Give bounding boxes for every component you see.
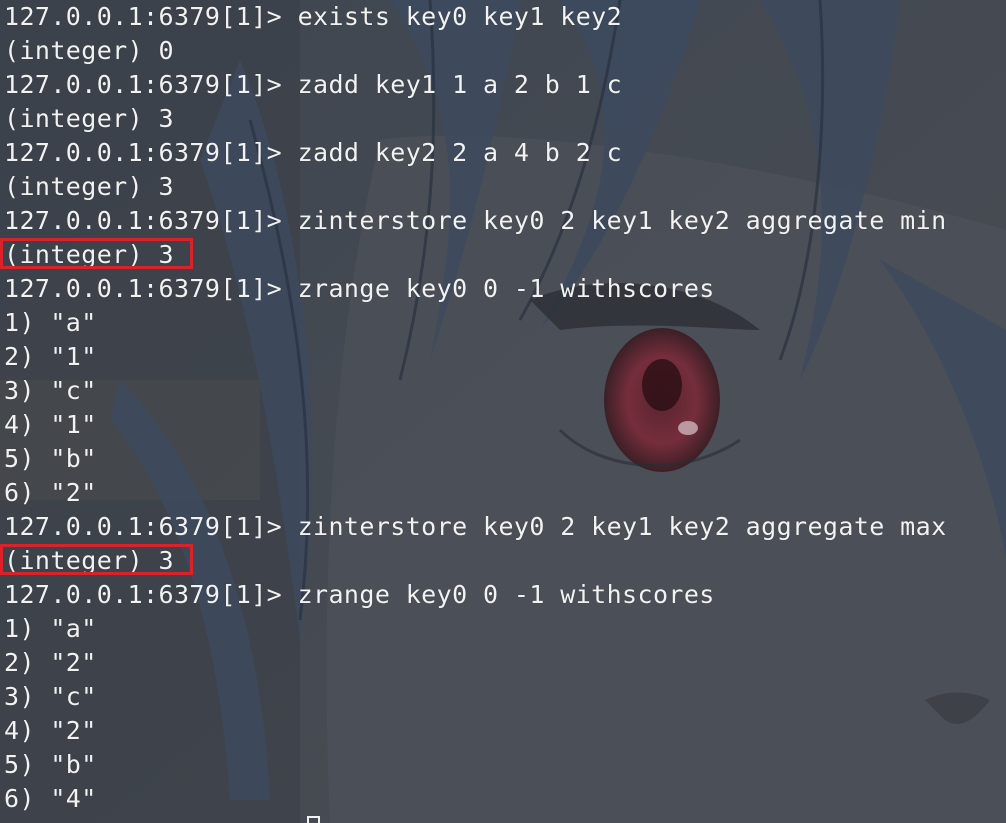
terminal-line: 127.0.0.1:6379[1]> zadd key2 2 a 4 b 2 c xyxy=(4,138,623,167)
terminal-line: 5) "b" xyxy=(4,444,97,473)
terminal-line: 1) "a" xyxy=(4,614,97,643)
terminal-line: 127.0.0.1:6379[1]> zrange key0 0 -1 with… xyxy=(4,580,715,609)
terminal-line: 127.0.0.1:6379[1]> zinterstore key0 2 ke… xyxy=(4,512,947,541)
highlight-box-min-result xyxy=(0,238,193,269)
terminal-line: 4) "1" xyxy=(4,410,97,439)
terminal-window[interactable]: 127.0.0.1:6379[1]> exists key0 key1 key2… xyxy=(0,0,1006,823)
terminal-line: (integer) 3 xyxy=(4,104,174,133)
terminal-line: 3) "c" xyxy=(4,376,97,405)
terminal-line: 127.0.0.1:6379[1]> exists key0 key1 key2 xyxy=(4,2,623,31)
terminal-line: 3) "c" xyxy=(4,682,97,711)
terminal-line: (integer) 0 xyxy=(4,36,174,65)
terminal-line: 2) "2" xyxy=(4,648,97,677)
terminal-line: 4) "2" xyxy=(4,716,97,745)
terminal-line: 127.0.0.1:6379[1]> zrange key0 0 -1 with… xyxy=(4,274,715,303)
terminal-line: 5) "b" xyxy=(4,750,97,779)
terminal-line: (integer) 3 xyxy=(4,172,174,201)
terminal-line: 6) "4" xyxy=(4,784,97,813)
terminal-line: 6) "2" xyxy=(4,478,97,507)
terminal-line: 1) "a" xyxy=(4,308,97,337)
terminal-line: 127.0.0.1:6379[1]> zadd key1 1 a 2 b 1 c xyxy=(4,70,623,99)
terminal-line: 127.0.0.1:6379[1]> zinterstore key0 2 ke… xyxy=(4,206,947,235)
terminal-line: 2) "1" xyxy=(4,342,97,371)
highlight-box-max-result xyxy=(0,544,193,575)
terminal-cursor xyxy=(307,816,320,823)
